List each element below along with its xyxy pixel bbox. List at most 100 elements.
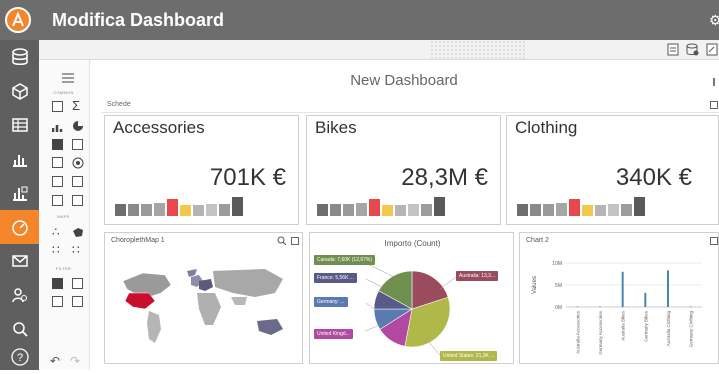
pie-label-us: United States: 21,3K ... (440, 351, 498, 361)
chart-item-icon[interactable] (72, 139, 83, 150)
bar-chart: Values 0M 5M 10M Australia Accessories German… (532, 261, 702, 355)
table-button[interactable] (0, 108, 39, 142)
dashboard-button[interactable] (0, 210, 39, 244)
help-button[interactable]: ? (0, 340, 39, 374)
list-filter-icon[interactable] (72, 278, 83, 289)
toolbox-section-filter: FILTER (55, 266, 72, 271)
toolbox-section-common: COMMON (53, 90, 74, 95)
text-item-icon[interactable] (52, 176, 63, 187)
card-title: Accessories (113, 118, 205, 137)
pie-chart-panel[interactable]: Importo (Count) Canada: 7,60K (12,67%) F… (309, 232, 514, 364)
dashboard-title[interactable]: New Dashboard (90, 72, 718, 89)
sparkline-bar (356, 203, 367, 216)
sparkline-bar (180, 205, 191, 216)
card-value: 340K € (615, 164, 692, 191)
cube-button[interactable] (0, 74, 39, 108)
document-icon (667, 43, 679, 56)
sparkline-bar (608, 204, 619, 216)
mail-button[interactable] (0, 244, 39, 278)
card-title: Bikes (315, 118, 357, 137)
pie-label-australia: Australia: 13,3... (456, 271, 499, 281)
sparkline-bar (219, 204, 230, 216)
sparkline-bar (395, 205, 406, 216)
pie-label-france: France: 5,56K ... (314, 273, 357, 283)
x-tick-label: Germany Accessories (598, 310, 603, 355)
database-button[interactable] (0, 40, 39, 74)
panel-export-icon[interactable] (291, 237, 299, 245)
combo-filter-icon[interactable] (52, 278, 63, 289)
y-tick-label: 5M (555, 283, 562, 289)
sparkline-bar (382, 205, 393, 216)
choropleth-item-icon[interactable] (72, 225, 84, 243)
strip-pattern (430, 40, 525, 60)
y-tick-label: 10M (552, 261, 562, 267)
card-clothing[interactable]: Clothing 340K € (506, 115, 719, 225)
export-button[interactable] (706, 43, 718, 61)
range-item-icon[interactable] (52, 195, 63, 206)
sparkline-bar (582, 205, 593, 216)
choropleth-map-panel[interactable]: ChoroplethMap 1 (104, 232, 303, 364)
redo-icon[interactable]: ↷ (70, 354, 80, 368)
toolbar-strip (39, 40, 719, 60)
sparkline (317, 197, 447, 216)
bar (667, 270, 669, 307)
bar (599, 306, 601, 308)
mail-icon (11, 255, 28, 267)
x-tick-label: Germany Clothing (689, 311, 694, 348)
card-bikes[interactable]: Bikes 28,3M € (306, 115, 501, 225)
bound-image-item-icon[interactable] (72, 195, 83, 206)
pie-map-item-icon[interactable]: ∷ (72, 243, 80, 257)
undo-icon[interactable]: ↶ (50, 354, 60, 368)
nav-rail: ? (0, 40, 39, 370)
pivot-button[interactable] (0, 176, 39, 210)
grid-item-icon[interactable] (52, 101, 63, 112)
panel-title: ChoroplethMap 1 (111, 237, 165, 244)
sparkline-bar (530, 204, 541, 216)
user-icon[interactable]: ⚙ (709, 12, 719, 29)
pie-label-canada: Canada: 7,60K (12,67%) (314, 255, 376, 265)
pie-slices (373, 270, 451, 348)
sparkline-bar (330, 204, 341, 216)
save-data-button[interactable] (686, 43, 699, 61)
x-tick-label: Australia Bikes (621, 310, 626, 341)
sparkline-bar (621, 204, 632, 216)
sparkline-bar (317, 204, 328, 216)
sparkline-bar (115, 204, 126, 216)
sparkline-bar (556, 203, 567, 216)
bar-item-icon[interactable] (51, 120, 64, 138)
card-item-icon[interactable] (52, 157, 63, 168)
sparkline-bar (421, 204, 432, 216)
group-label: Schede (107, 101, 131, 108)
group-export-icon[interactable] (710, 101, 718, 109)
date-filter-icon[interactable] (72, 296, 83, 307)
y-tick-label: 0M (555, 305, 562, 311)
table-icon (11, 118, 28, 132)
sparkline-bar (167, 199, 178, 216)
gauge-item-icon[interactable] (72, 156, 84, 174)
bubble-item-icon[interactable]: ∷ (52, 243, 60, 257)
sparkline-bar (154, 203, 165, 216)
sparkline-bar (543, 204, 554, 216)
chart-button[interactable] (0, 142, 39, 176)
tree-filter-icon[interactable] (52, 296, 63, 307)
sparkline-bar (206, 204, 217, 216)
group-divider (101, 112, 719, 113)
card-accessories[interactable]: Accessories 701K € (104, 115, 299, 225)
bar-chart-panel[interactable]: Chart 2 Values 0M 5M 10M Australia Accessori… (519, 232, 719, 364)
card-value: 28,3M € (401, 164, 488, 191)
zoom-icon[interactable] (277, 236, 287, 246)
open-button[interactable] (667, 43, 679, 61)
gauge-icon (11, 220, 28, 236)
image-item-icon[interactable] (72, 176, 83, 187)
geo-point-item-icon[interactable]: ∴ (52, 225, 60, 239)
sparkline-bar (634, 197, 645, 216)
pivot-item-icon[interactable] (52, 139, 63, 150)
pie-label-uk: United Kingd... (314, 329, 353, 339)
users-button[interactable] (0, 278, 39, 312)
sum-item-icon[interactable]: Σ (72, 98, 80, 113)
bar (621, 271, 624, 307)
pie-item-icon[interactable] (72, 119, 84, 137)
menu-toggle[interactable] (62, 70, 74, 88)
users-icon (11, 288, 27, 303)
x-tick-label: Germany Bikes (643, 310, 648, 342)
